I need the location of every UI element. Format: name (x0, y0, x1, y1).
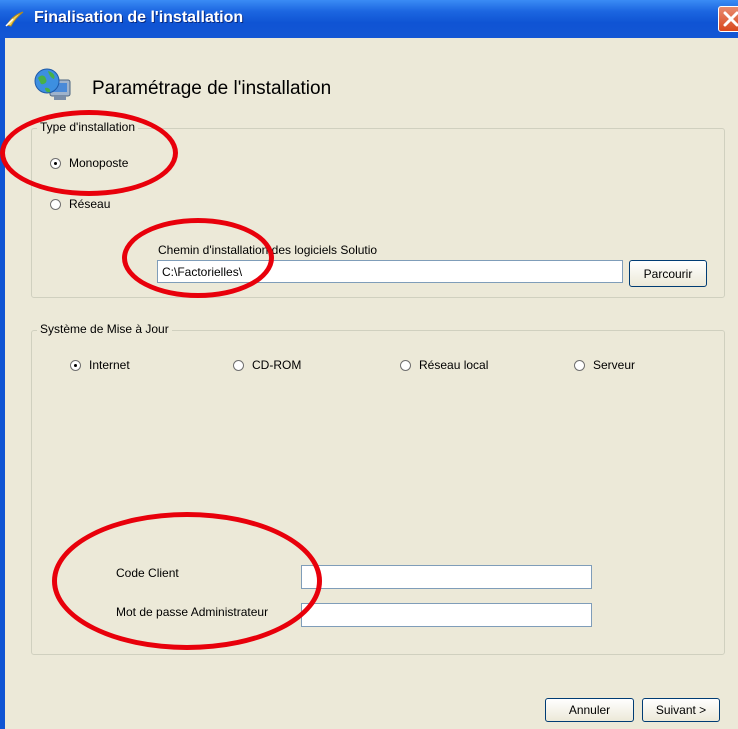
radio-reseau-local[interactable]: Réseau local (400, 358, 488, 372)
radio-label: Réseau (69, 197, 111, 211)
close-button[interactable] (718, 6, 738, 32)
radio-label: Serveur (593, 358, 636, 372)
close-icon (723, 11, 738, 27)
client-code-input[interactable] (301, 565, 592, 589)
admin-password-input[interactable] (301, 603, 592, 627)
update-system-legend: Système de Mise à Jour (37, 322, 172, 336)
radio-internet[interactable]: Internet (70, 358, 130, 372)
install-path-input[interactable] (157, 260, 623, 283)
globe-computer-icon (34, 68, 71, 100)
installer-window: Finalisation de l'installation Paramétra… (0, 0, 738, 729)
radio-label: Internet (89, 358, 130, 372)
radio-indicator (70, 359, 81, 371)
radio-reseau[interactable]: Réseau (50, 197, 110, 211)
cancel-button[interactable]: Annuler (545, 698, 634, 722)
radio-cdrom[interactable]: CD-ROM (233, 358, 301, 372)
page-title: Paramétrage de l'installation (92, 78, 332, 99)
title-bar[interactable]: Finalisation de l'installation (0, 0, 738, 38)
admin-password-label: Mot de passe Administrateur (116, 605, 269, 619)
radio-label: Réseau local (419, 358, 489, 372)
radio-label: CD-ROM (252, 358, 302, 372)
browse-button[interactable]: Parcourir (629, 260, 707, 287)
radio-serveur[interactable]: Serveur (574, 358, 635, 372)
radio-indicator (233, 359, 244, 371)
radio-indicator (50, 157, 61, 169)
radio-indicator (400, 359, 411, 371)
window-title: Finalisation de l'installation (34, 9, 244, 26)
install-type-legend: Type d'installation (37, 120, 139, 134)
radio-label: Monoposte (69, 156, 129, 170)
next-button[interactable]: Suivant > (642, 698, 720, 722)
app-icon (5, 11, 24, 27)
radio-monoposte[interactable]: Monoposte (50, 156, 128, 170)
client-code-label: Code Client (116, 566, 179, 580)
radio-indicator (574, 359, 585, 371)
install-path-label: Chemin d'installation des logiciels Solu… (158, 243, 378, 257)
radio-indicator (50, 198, 61, 210)
